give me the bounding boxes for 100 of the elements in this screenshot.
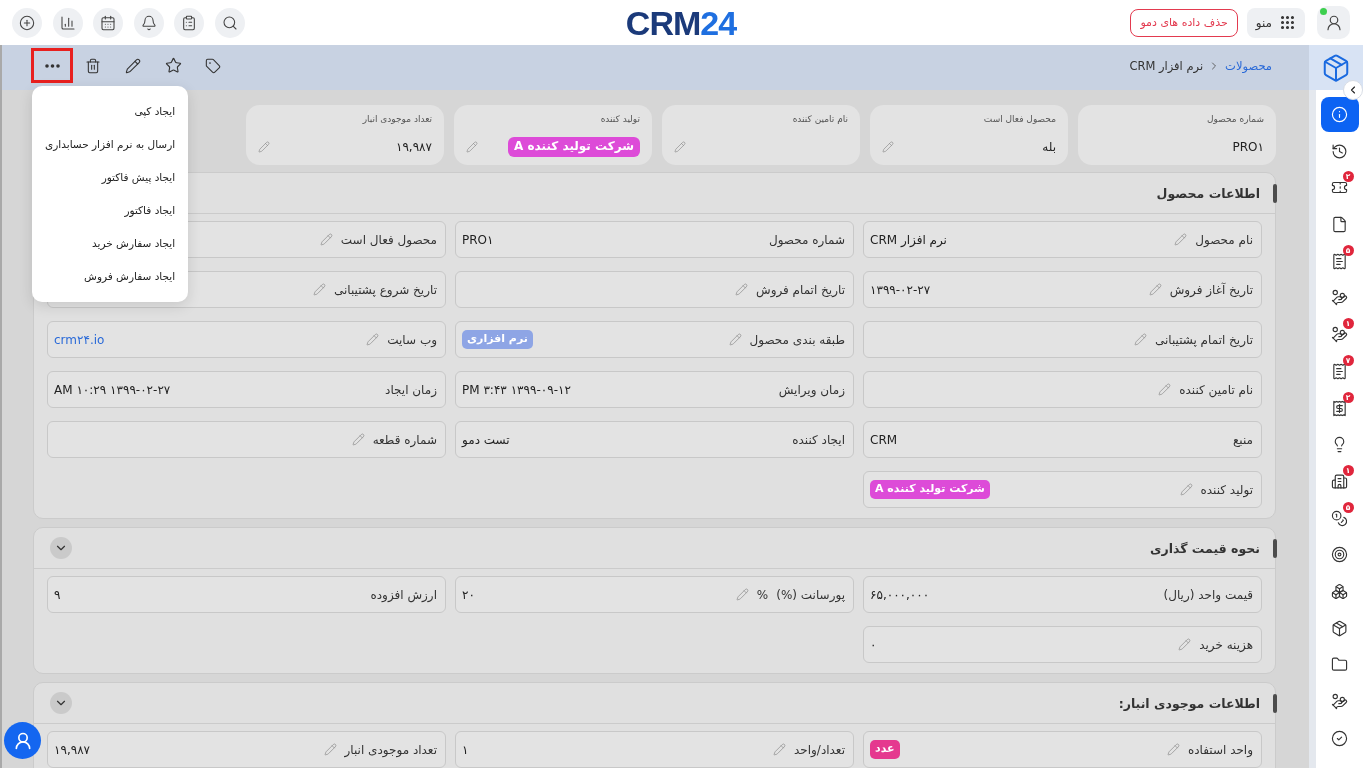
person-icon xyxy=(12,730,33,751)
field-label: طبقه بندی محصول xyxy=(749,332,845,347)
trash-icon xyxy=(85,57,101,74)
field-label: نام محصول xyxy=(1195,232,1253,247)
section-marker xyxy=(1273,693,1277,713)
field-label: قیمت واحد (ریال) xyxy=(1163,587,1253,602)
sidebar-item[interactable] xyxy=(1320,97,1359,132)
section-title: اطلاعات موجودی انبار: xyxy=(1118,695,1260,711)
unit-label: % xyxy=(756,587,769,602)
module-tile[interactable] xyxy=(1309,45,1363,90)
reports-button[interactable] xyxy=(52,7,83,38)
section-title: نحوه قیمت گذاری xyxy=(1150,540,1260,556)
field-label: نام تامین کننده xyxy=(1179,382,1253,397)
more-icon xyxy=(44,63,60,68)
section-marker xyxy=(1273,538,1277,558)
package-icon xyxy=(1321,52,1351,83)
card-label: تعداد موجودی انبار xyxy=(361,114,432,124)
field-label: منبع xyxy=(1232,432,1253,447)
field-label: هزینه خرید xyxy=(1199,637,1253,652)
info-icon xyxy=(1331,106,1348,123)
hand-coins-icon xyxy=(1331,289,1348,307)
hand-coins-icon xyxy=(1331,326,1348,344)
field-label: تاریخ آغاز فروش xyxy=(1169,282,1253,297)
field-label: شماره محصول xyxy=(768,232,845,247)
search-button[interactable] xyxy=(214,7,245,38)
collapse-button[interactable] xyxy=(50,692,72,714)
menu-item[interactable]: ارسال به نرم افزار حسابداری xyxy=(32,127,189,160)
boxes-icon xyxy=(1331,582,1348,600)
grid-icon xyxy=(1279,14,1296,31)
breadcrumb-current: نرم افزار CRM xyxy=(1129,58,1204,73)
plus-icon xyxy=(19,14,35,31)
coins-icon xyxy=(1331,509,1348,527)
field-label: واحد استفاده xyxy=(1187,742,1253,757)
field-label: ایجاد کننده xyxy=(792,432,845,447)
receipt-icon xyxy=(1331,362,1348,380)
check-circle-icon xyxy=(1331,729,1348,747)
document-icon xyxy=(1331,216,1348,234)
field-value: PRO۱ xyxy=(462,232,494,247)
card-value: PRO۱ xyxy=(1232,140,1264,154)
calendar-icon xyxy=(100,14,116,31)
menu-item[interactable]: ایجاد کپی xyxy=(32,94,189,127)
card-label: نام تامین کننده xyxy=(791,114,848,124)
receipt-icon xyxy=(1331,399,1348,417)
logo[interactable]: CRM24 xyxy=(625,5,737,40)
delete-demo-data-button[interactable]: حذف داده های دمو xyxy=(1130,8,1238,37)
hand-coins-icon xyxy=(1331,693,1348,710)
field-value: ۲۰ xyxy=(462,587,475,602)
package-icon xyxy=(1331,619,1348,637)
field-label: تولید کننده xyxy=(1200,482,1253,497)
search-icon xyxy=(221,14,238,31)
building-icon xyxy=(1331,472,1348,490)
card-label: تولید کننده xyxy=(599,114,640,124)
menu-item[interactable]: ایجاد سفارش فروش xyxy=(32,259,189,292)
tag-icon xyxy=(205,57,221,74)
menu-item[interactable]: ایجاد فاکتور xyxy=(32,193,189,226)
notifications-button[interactable] xyxy=(133,7,164,38)
card-label: محصول فعال است xyxy=(982,114,1056,124)
tag: نرم افزاری xyxy=(462,330,533,349)
collapse-button[interactable] xyxy=(50,537,72,559)
field-label: ارزش افزوده xyxy=(370,587,437,602)
tag: شرکت تولید کننده A xyxy=(508,137,640,157)
field-label: تعداد/واحد xyxy=(794,742,845,757)
field-label: زمان ویرایش xyxy=(778,382,845,397)
card-label: شماره محصول xyxy=(1205,114,1264,124)
star-icon xyxy=(164,57,182,74)
section-title: اطلاعات محصول xyxy=(1156,185,1260,201)
field-label: تاریخ شروع پشتیبانی xyxy=(333,282,437,297)
website-link[interactable]: crm۲۴.io xyxy=(54,332,105,347)
field-label: شماره قطعه xyxy=(372,432,437,447)
tag: عدد xyxy=(870,740,900,759)
add-button[interactable] xyxy=(12,7,42,38)
menu-button[interactable]: منو xyxy=(1246,7,1305,38)
calendar-button[interactable] xyxy=(93,7,123,38)
field-value: ۱۳۹۹-۰۲-۲۷ xyxy=(870,282,931,297)
folder-icon xyxy=(1331,656,1348,674)
breadcrumb-link[interactable]: محصولات xyxy=(1225,58,1272,73)
tasks-button[interactable] xyxy=(174,7,204,38)
field-value: ۱۹,۹۸۷ xyxy=(54,742,91,757)
menu-item[interactable]: ایجاد پیش فاکتور xyxy=(32,160,189,193)
field-value: نرم افزار CRM xyxy=(870,232,947,247)
field-label: محصول فعال است xyxy=(340,232,437,247)
receipt-icon xyxy=(1331,252,1348,270)
field-value: ۹ xyxy=(54,587,61,602)
menu-item[interactable]: ایجاد سفارش خرید xyxy=(32,226,189,259)
user-button[interactable] xyxy=(1317,6,1350,39)
bar-chart-icon xyxy=(59,14,76,31)
field-value: ۱ xyxy=(462,742,469,757)
more-button[interactable] xyxy=(31,48,73,83)
tag: شرکت تولید کننده A xyxy=(870,480,990,499)
field-value: ۶۵,۰۰۰,۰۰۰ xyxy=(870,587,930,602)
section-marker xyxy=(1273,183,1277,203)
history-icon xyxy=(1331,142,1348,160)
user-icon xyxy=(1324,13,1343,32)
field-value: ۱۳۹۹-۰۲-۲۷ ۱۰:۲۹ AM xyxy=(54,382,171,397)
field-value: CRM xyxy=(870,432,898,447)
bell-icon xyxy=(140,14,157,31)
field-value: تست دمو xyxy=(462,432,510,447)
card-value: بله xyxy=(1042,140,1056,154)
field-label: تاریخ اتمام پشتیبانی xyxy=(1154,332,1253,347)
clipboard-icon xyxy=(181,14,197,31)
